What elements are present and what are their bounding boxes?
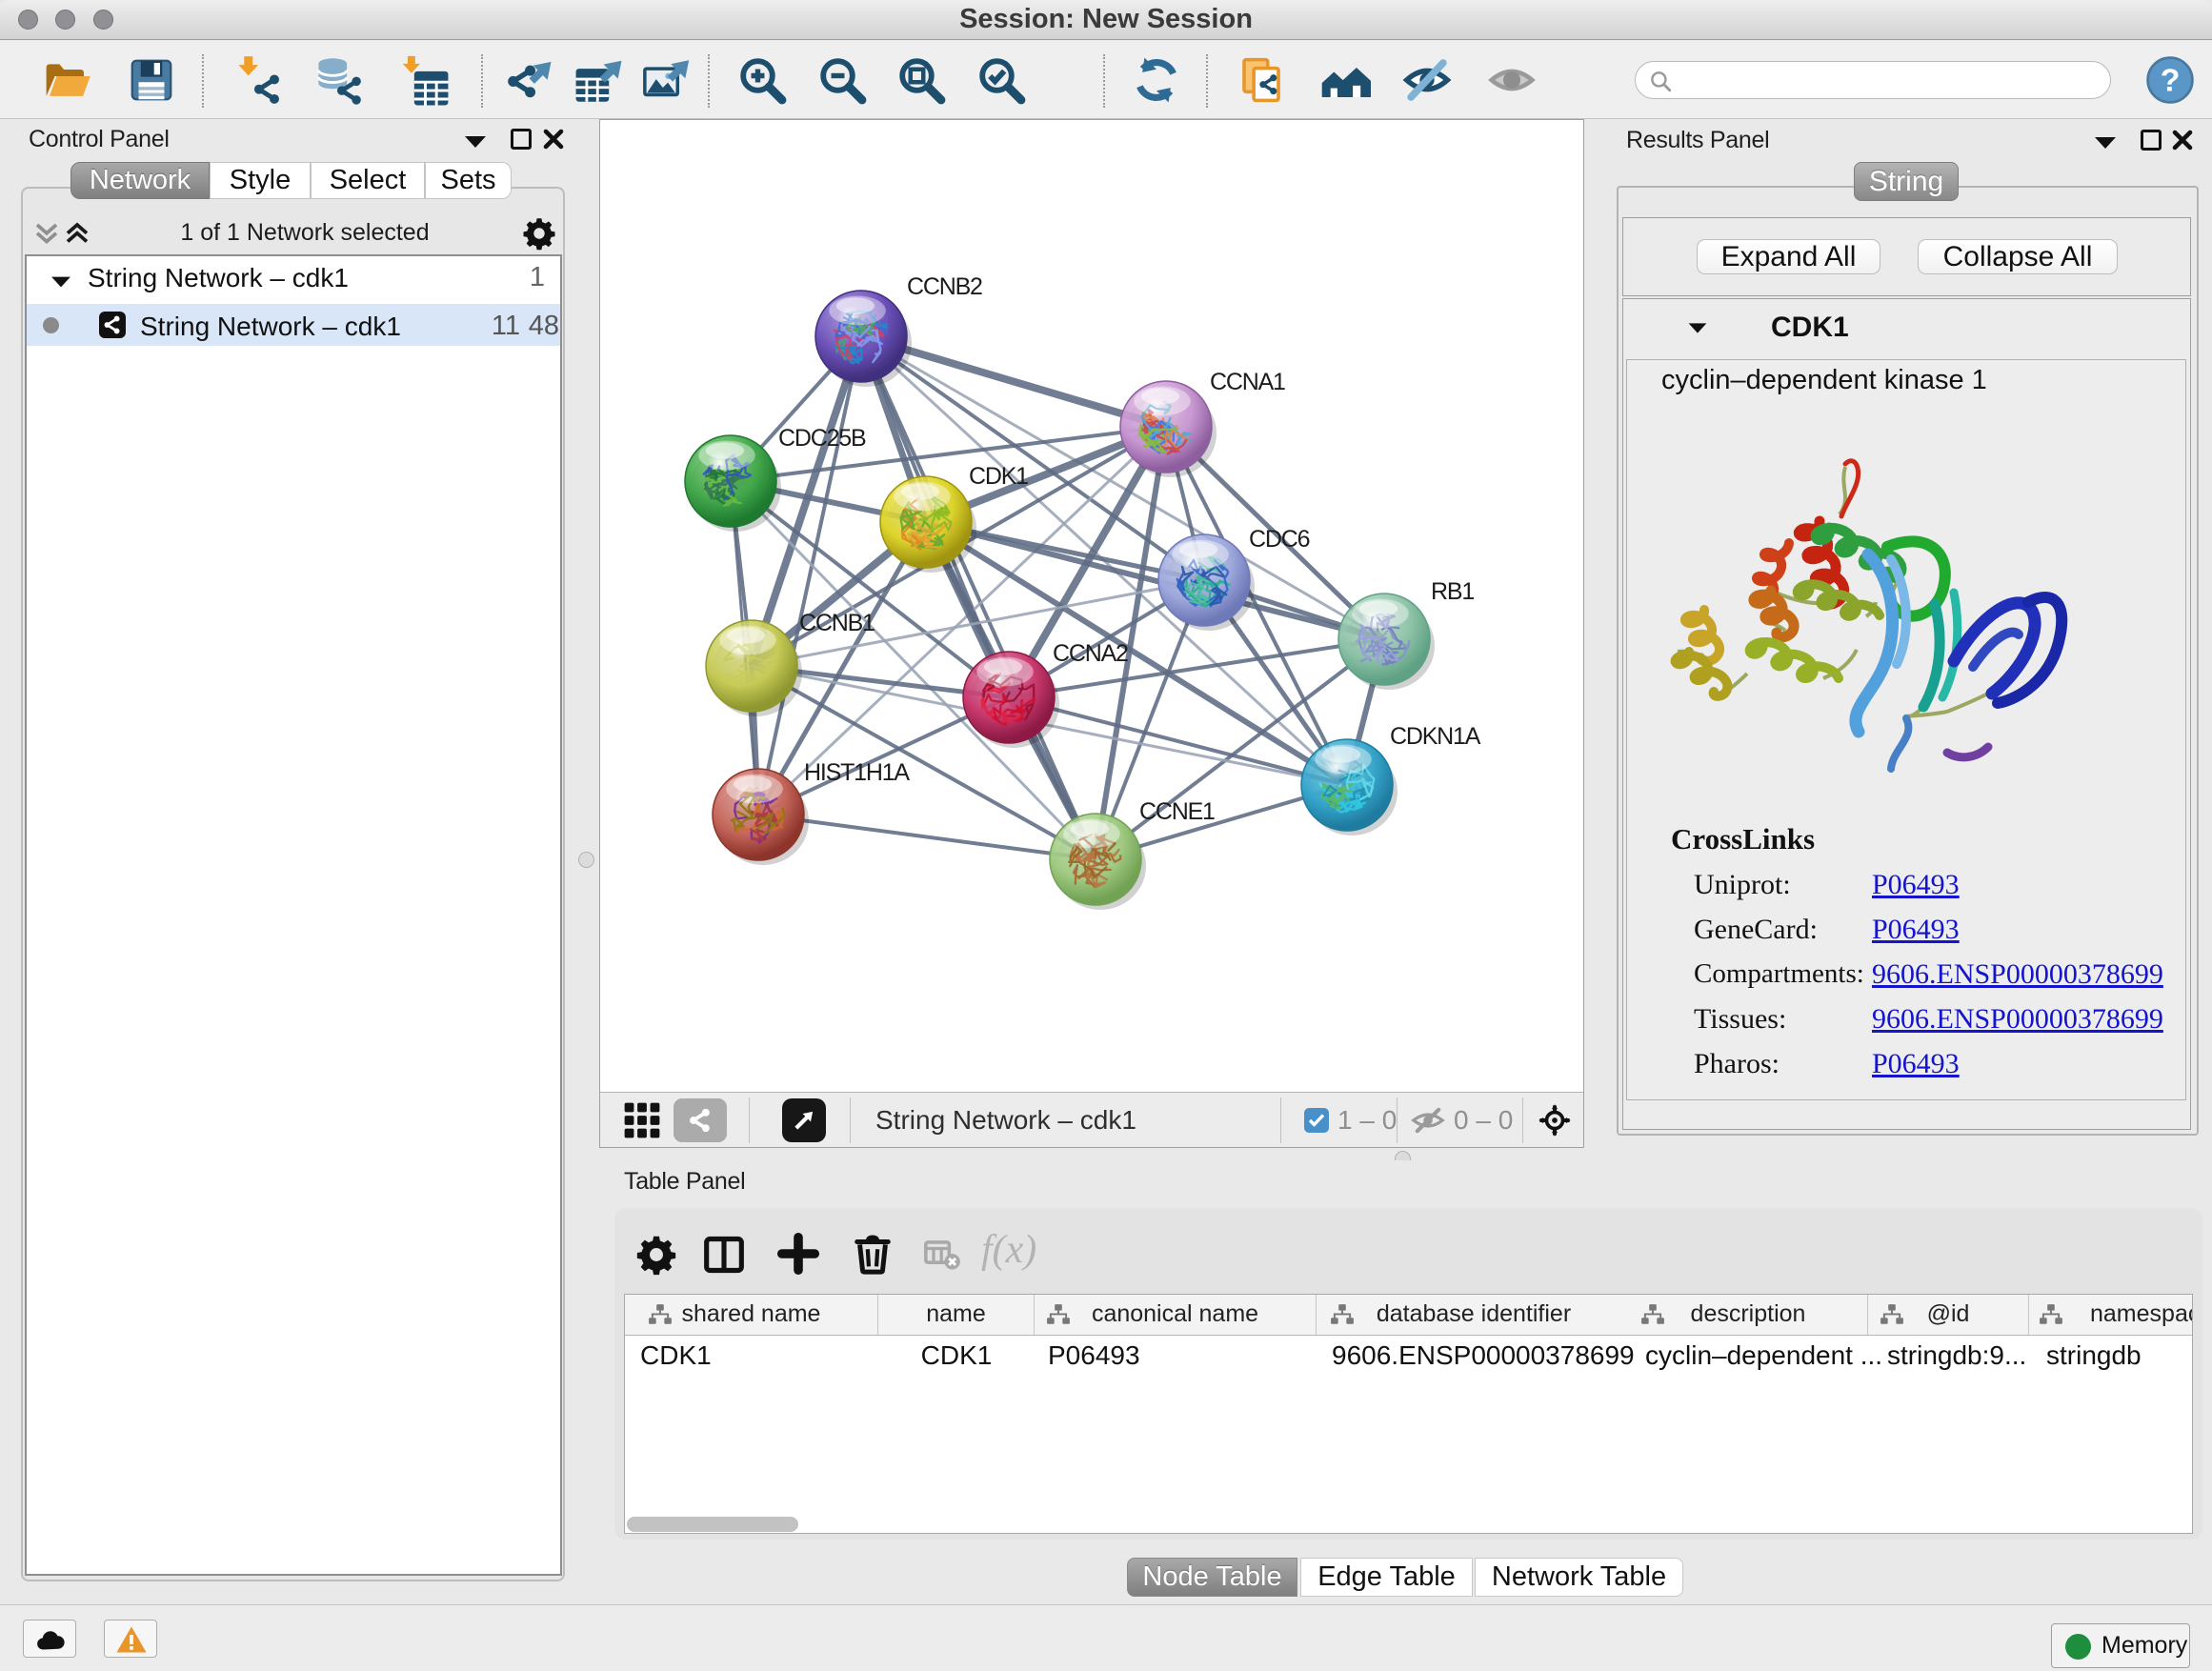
svg-text:RB1: RB1 [1431, 578, 1474, 605]
svg-text:CCNE1: CCNE1 [1139, 798, 1215, 825]
svg-text:CCNA1: CCNA1 [1210, 369, 1285, 395]
svg-text:CCNB2: CCNB2 [907, 273, 982, 300]
svg-text:CCNB1: CCNB1 [799, 610, 875, 636]
svg-text:CDKN1A: CDKN1A [1390, 723, 1481, 750]
svg-text:CDC25B: CDC25B [778, 425, 866, 452]
svg-text:CDC6: CDC6 [1249, 526, 1310, 553]
svg-text:CCNA2: CCNA2 [1053, 640, 1128, 667]
svg-text:HIST1H1A: HIST1H1A [804, 759, 910, 786]
svg-text:CDK1: CDK1 [969, 463, 1028, 490]
svg-text:?: ? [2161, 63, 2181, 99]
